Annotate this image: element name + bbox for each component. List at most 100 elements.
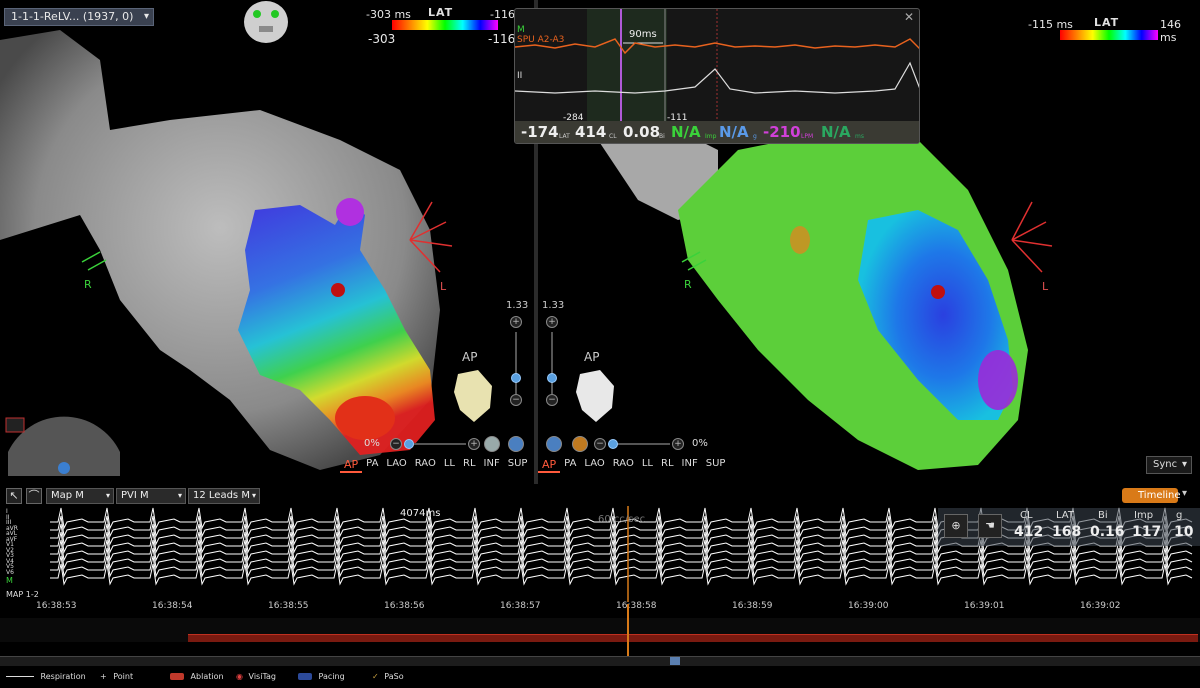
- left-opacity-plus[interactable]: +: [468, 438, 480, 450]
- time-tick-label: 16:38:57: [500, 601, 541, 611]
- left-view-lao[interactable]: LAO: [382, 458, 410, 473]
- select-map-label: Map M: [51, 490, 84, 501]
- right-zoom-in-button[interactable]: +: [546, 316, 558, 328]
- popup-interval: 90ms: [629, 29, 657, 40]
- pointer-icon[interactable]: ↖: [6, 488, 22, 504]
- popup-ch-m: M: [517, 25, 525, 35]
- time-tick-label: 16:38:58: [616, 601, 657, 611]
- ro-imp: N/A: [671, 123, 701, 141]
- right-opacity-minus[interactable]: −: [594, 438, 606, 450]
- left-lat-colorbar: [392, 20, 498, 30]
- pacing-swatch: [298, 673, 312, 680]
- right-orange-spot: [790, 226, 810, 254]
- left-map-viewport[interactable]: 1-1-1-ReLV... (1937, 0) ▾ -303 ms LAT -1…: [0, 0, 534, 484]
- left-view-pa[interactable]: PA: [362, 458, 382, 473]
- right-opacity-plus[interactable]: +: [672, 438, 684, 450]
- legend-ablation-label: Ablation: [190, 672, 224, 681]
- select-12-leads[interactable]: 12 Leads M ▾: [188, 488, 260, 504]
- left-view-ap[interactable]: AP: [340, 458, 363, 473]
- ro-lat-unit: LAT: [559, 133, 570, 140]
- rb-val-bi: 0.16: [1090, 524, 1125, 540]
- rb-head-cl: CL: [1020, 510, 1033, 521]
- horizontal-scrollbar[interactable]: [0, 656, 1200, 666]
- popup-readout-bar: -174 LAT 414 CL 0.08 Bi N/A Imp N/A g -2…: [515, 121, 919, 143]
- left-view-rao[interactable]: RAO: [411, 458, 440, 473]
- left-zoom-out-button[interactable]: −: [510, 394, 522, 406]
- select-pvi[interactable]: PVI M ▾: [116, 488, 186, 504]
- right-zoom-track[interactable]: [551, 332, 553, 394]
- sync-select[interactable]: Sync ▾: [1146, 456, 1192, 474]
- signal-popup[interactable]: ✕ M SPU A2-A3 II 90ms -284 -111 -174 LAT…: [514, 8, 920, 144]
- lead-map: MAP 1-2: [6, 590, 39, 599]
- time-tick-label: 16:38:54: [152, 601, 193, 611]
- left-sphere-icon[interactable]: [484, 436, 500, 452]
- left-view-heading: AP: [462, 350, 478, 364]
- face-orientation-icon[interactable]: [242, 0, 290, 44]
- left-view-inf[interactable]: INF: [480, 458, 504, 473]
- right-view-buttons: AP PA LAO RAO LL RL INF SUP: [538, 458, 729, 473]
- right-view-rao[interactable]: RAO: [609, 458, 638, 473]
- left-zoom-track[interactable]: [515, 332, 517, 394]
- map-title-text: 1-1-1-ReLV... (1937, 0): [11, 10, 134, 23]
- left-zoom-value: 1.33: [506, 300, 529, 311]
- legend-visitag: ◉ VisiTag: [236, 672, 276, 681]
- paso-icon: ✓: [372, 672, 379, 681]
- right-view-inf[interactable]: INF: [678, 458, 702, 473]
- lead-label: V6: [6, 568, 14, 576]
- ro-cl: 414: [575, 123, 607, 141]
- right-zoom-value: 1.33: [542, 300, 565, 311]
- rb-head-bi: Bi: [1098, 510, 1108, 521]
- select-map[interactable]: Map M ▾: [46, 488, 114, 504]
- left-red-spot: [335, 396, 395, 440]
- left-view-rl[interactable]: RL: [459, 458, 480, 473]
- crosshair-icon[interactable]: ⊕: [944, 514, 968, 538]
- ro-imp-unit: Imp: [705, 133, 717, 140]
- chevron-down-icon: ▾: [105, 491, 110, 500]
- right-view-ll[interactable]: LL: [638, 458, 657, 473]
- left-zoom-in-button[interactable]: +: [510, 316, 522, 328]
- left-zoom-knob[interactable]: [511, 373, 521, 383]
- chevron-down-icon: ▾: [1181, 459, 1187, 470]
- left-pct: 0%: [364, 438, 380, 449]
- right-view-pa[interactable]: PA: [560, 458, 580, 473]
- rb-val-cl: 412: [1014, 524, 1044, 540]
- right-lat-max: 146 ms: [1160, 18, 1181, 44]
- scrollbar-thumb[interactable]: [670, 657, 680, 665]
- timeline-cursor[interactable]: [627, 604, 629, 656]
- right-heart-view-icon[interactable]: [570, 366, 620, 424]
- ablation-timeline-bar[interactable]: [188, 634, 1198, 642]
- right-zoom-knob[interactable]: [547, 373, 557, 383]
- left-rotate-icon[interactable]: [508, 436, 524, 452]
- right-view-lao[interactable]: LAO: [580, 458, 608, 473]
- left-orient-l: L: [440, 280, 447, 293]
- right-view-ap[interactable]: AP: [538, 458, 561, 473]
- left-opacity-knob[interactable]: [404, 439, 414, 449]
- chevron-down-icon[interactable]: ▾: [1182, 488, 1187, 499]
- left-view-sup[interactable]: SUP: [504, 458, 532, 473]
- left-view-ll[interactable]: LL: [440, 458, 459, 473]
- ro-bi: 0.08: [623, 123, 661, 141]
- left-heart-view-icon[interactable]: [448, 366, 498, 424]
- legend-point: + Point: [100, 672, 133, 681]
- ablation-swatch: [170, 673, 184, 680]
- right-view-rl[interactable]: RL: [657, 458, 678, 473]
- timeline-button[interactable]: Timeline: [1122, 488, 1181, 503]
- time-tick-label: 16:38:55: [268, 601, 309, 611]
- select-12-leads-label: 12 Leads M: [193, 490, 250, 501]
- right-catheter-tip: [931, 285, 945, 299]
- ro-g: N/A: [719, 123, 749, 141]
- lead-m: M: [6, 576, 13, 585]
- navigation-widget: [8, 416, 120, 476]
- left-lat-label: LAT: [428, 6, 454, 19]
- right-sphere-icon[interactable]: [572, 436, 588, 452]
- left-opacity-minus[interactable]: −: [390, 438, 402, 450]
- chevron-down-icon: ▾: [177, 491, 182, 500]
- right-view-sup[interactable]: SUP: [702, 458, 730, 473]
- right-rotate-icon[interactable]: [546, 436, 562, 452]
- hand-icon[interactable]: ☚: [978, 514, 1002, 538]
- map-title-select[interactable]: 1-1-1-ReLV... (1937, 0) ▾: [4, 8, 154, 26]
- measure-icon[interactable]: ⌒: [26, 488, 42, 504]
- rb-head-lat: LAT: [1056, 510, 1074, 521]
- right-zoom-out-button[interactable]: −: [546, 394, 558, 406]
- right-opacity-knob[interactable]: [608, 439, 618, 449]
